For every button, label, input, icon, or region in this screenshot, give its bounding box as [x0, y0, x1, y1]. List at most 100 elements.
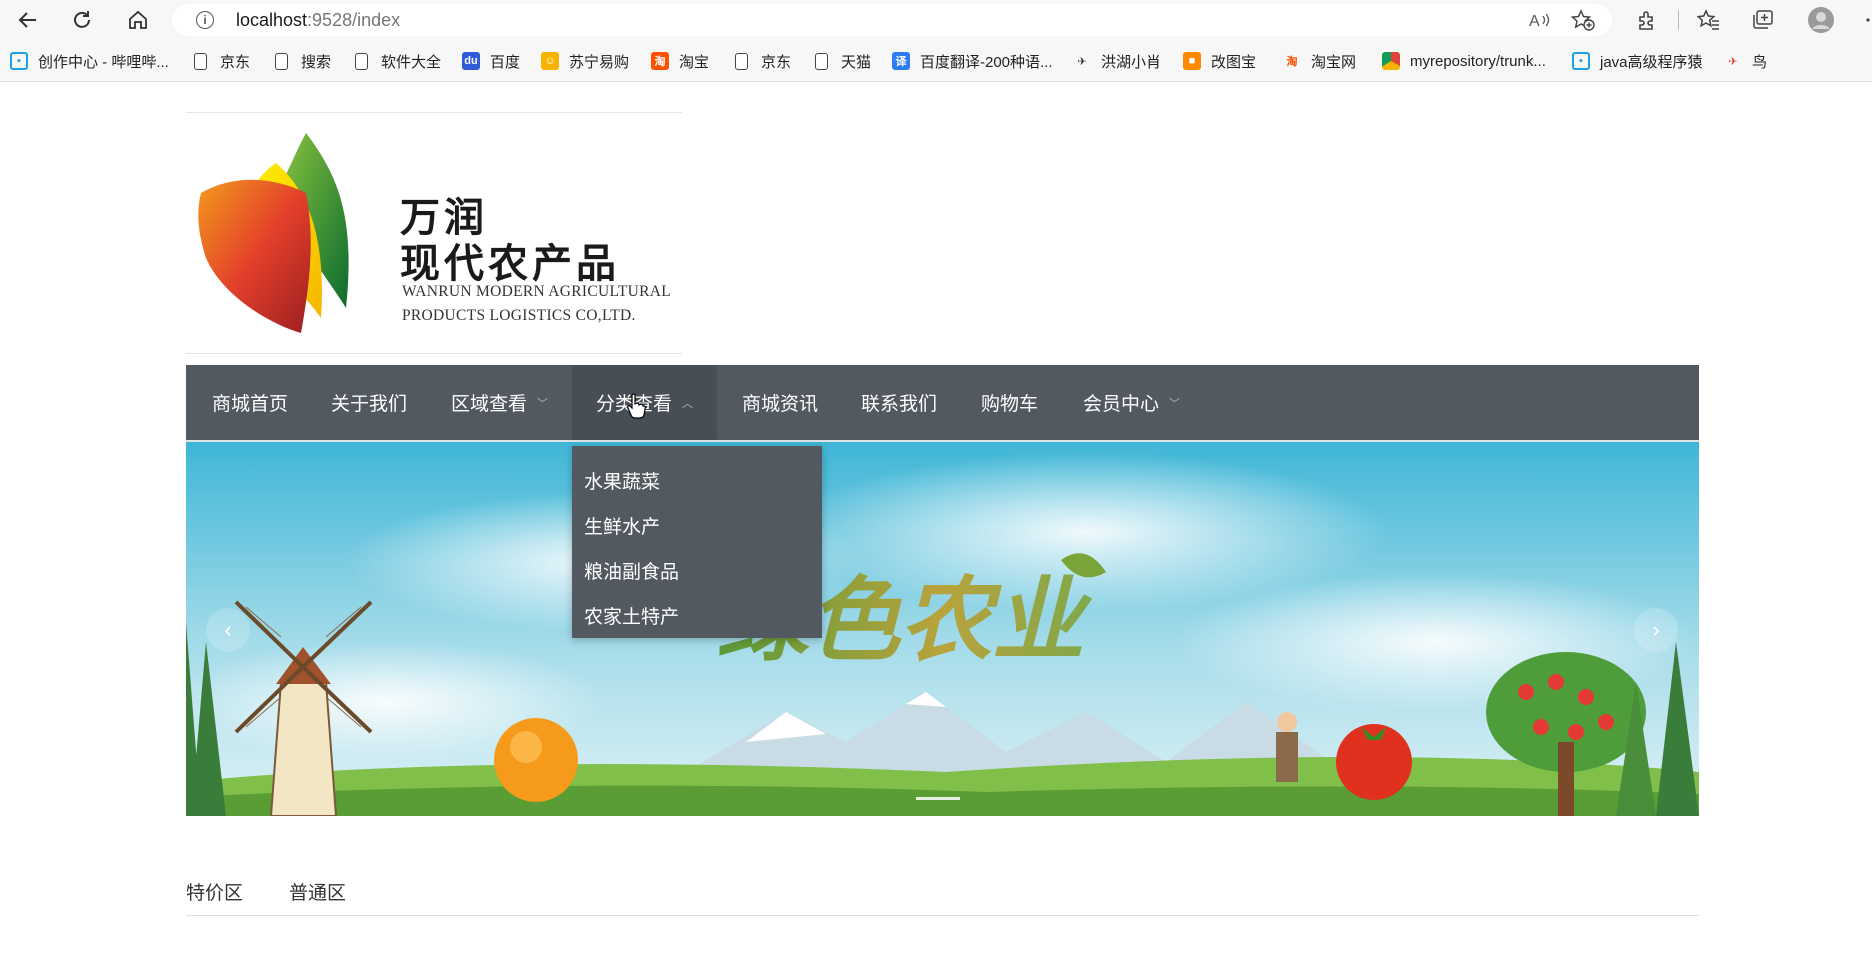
bookmark-label: 京东	[220, 53, 251, 71]
tab-regular[interactable]: 普通区	[289, 878, 346, 905]
bookmark-item[interactable]: ▪ java高级程序猿	[1572, 50, 1703, 72]
bookmark-label: 苏宁易购	[569, 53, 630, 71]
chevron-down-icon: ﹀	[537, 397, 549, 410]
banner-image: 绿色农业	[186, 442, 1699, 816]
bookmark-item[interactable]: ☺ 苏宁易购	[541, 50, 629, 72]
browser-toolbar: i localhost:9528/index A	[0, 0, 1872, 40]
bookmark-label: 京东	[761, 53, 792, 71]
bookmark-label: 鸟	[1752, 53, 1768, 71]
dropdown-item-seafood[interactable]: 生鲜水产	[572, 503, 822, 548]
bookmark-item[interactable]: 搜索	[273, 50, 331, 72]
menu-item-about[interactable]: 关于我们	[331, 365, 407, 440]
bookmark-label: 搜索	[301, 53, 332, 71]
main-menu: 商城首页 关于我们 区域查看﹀ 分类查看︿ 商城资讯 联系我们 购物车 会员中心…	[186, 365, 1699, 440]
suning-icon: ☺	[541, 52, 559, 70]
url-host: localhost	[236, 9, 308, 30]
bookmark-label: myrepository/trunk...	[1410, 52, 1546, 70]
tab-special-offer[interactable]: 特价区	[186, 878, 243, 905]
bookmark-label: 创作中心 - 哔哩哔...	[38, 53, 169, 71]
site-logo[interactable]: 万润 现代农产品 WANRUN MODERN AGRICULTURAL PROD…	[186, 112, 682, 354]
favorites-icon[interactable]	[1696, 8, 1722, 32]
menu-item-contact[interactable]: 联系我们	[861, 365, 937, 440]
logo-leaves-icon	[198, 133, 349, 333]
info-icon[interactable]: i	[196, 11, 214, 29]
menu-item-label: 会员中心	[1083, 394, 1160, 415]
extensions-icon[interactable]	[1634, 8, 1660, 32]
menu-item-label: 联系我们	[861, 394, 938, 415]
chevron-down-icon: ﹀	[1169, 397, 1181, 410]
toolbar-separator	[1678, 10, 1679, 30]
bookmark-label: 淘宝网	[1311, 53, 1357, 71]
page-icon	[194, 52, 207, 70]
menu-item-label: 区域查看	[451, 394, 528, 415]
address-bar[interactable]: i localhost:9528/index	[172, 4, 1612, 36]
bookmark-label: 软件大全	[381, 53, 442, 71]
menu-item-label: 购物车	[981, 394, 1039, 415]
gaitubao-icon: ■	[1183, 52, 1201, 70]
hand-cursor-icon	[627, 393, 646, 419]
carousel-next-button[interactable]: ›	[1634, 608, 1678, 652]
banner-carousel[interactable]: 绿色农业	[186, 442, 1699, 816]
bookmark-item[interactable]: ✈ 鸟	[1724, 50, 1767, 72]
back-icon[interactable]	[12, 6, 44, 34]
bookmark-label: 淘宝	[679, 53, 710, 71]
bookmark-label: 百度翻译-200种语...	[920, 53, 1053, 71]
chevron-up-icon: ︿	[682, 397, 694, 410]
bookmark-item[interactable]: 京东	[733, 50, 791, 72]
menu-item-label: 商城资讯	[742, 394, 819, 415]
dropdown-item-grain-oil[interactable]: 粮油副食品	[572, 548, 822, 593]
favorite-add-icon[interactable]	[1570, 8, 1596, 32]
bilibili-icon: ▪	[10, 52, 28, 70]
bookmark-label: 改图宝	[1211, 53, 1257, 71]
bookmark-label: 洪湖小肖	[1101, 53, 1162, 71]
product-tabs: 特价区 普通区	[186, 878, 1699, 916]
taobao-icon: 淘	[1286, 56, 1298, 68]
menu-item-home[interactable]: 商城首页	[212, 365, 288, 440]
url-path: :9528/index	[307, 9, 401, 30]
taobao-icon: 淘	[651, 52, 669, 70]
bookmark-label: 百度	[490, 53, 521, 71]
chrome-icon	[1382, 52, 1400, 70]
bookmark-item[interactable]: 淘淘宝	[651, 50, 709, 72]
page-icon	[275, 52, 288, 70]
refresh-icon[interactable]	[66, 6, 98, 34]
menu-item-news[interactable]: 商城资讯	[742, 365, 818, 440]
logo-cn-line2: 现代农产品	[400, 240, 620, 287]
bookmark-item[interactable]: ✈ 洪湖小肖	[1073, 50, 1161, 72]
home-icon[interactable]	[122, 6, 154, 34]
menu-item-cart[interactable]: 购物车	[981, 365, 1038, 440]
logo-en-line1: WANRUN MODERN AGRICULTURAL	[402, 283, 672, 300]
baidu-icon: du	[462, 52, 480, 70]
dropdown-item-local-specialty[interactable]: 农家土特产	[572, 593, 822, 638]
bilibili-icon: ▪	[1572, 52, 1590, 70]
bookmark-item[interactable]: ■ 改图宝	[1183, 50, 1256, 72]
dropdown-item-fruit-veg[interactable]: 水果蔬菜	[572, 458, 822, 503]
bookmark-item[interactable]: 淘 淘宝网	[1283, 50, 1357, 72]
page-icon	[355, 52, 368, 70]
profile-avatar-icon[interactable]	[1806, 7, 1836, 33]
bookmarks-bar: ▪ 创作中心 - 哔哩哔... 京东 搜索 软件大全 du 百度 ☺ 苏宁易购 淘淘宝…	[0, 40, 1872, 82]
bookmark-item[interactable]: du 百度	[462, 50, 520, 72]
menu-item-label: 商城首页	[212, 394, 289, 415]
menu-item-member[interactable]: 会员中心 ﹀	[1083, 365, 1180, 440]
bookmark-item[interactable]: 京东	[192, 50, 250, 72]
bookmark-item[interactable]: myrepository/trunk...	[1382, 50, 1546, 72]
svg-text:A: A	[1529, 13, 1540, 30]
bird-red-icon: ✈	[1728, 55, 1738, 68]
page-icon	[735, 52, 748, 70]
bookmark-item[interactable]: 天猫	[813, 50, 871, 72]
bookmark-label: java高级程序猿	[1600, 53, 1703, 71]
more-icon[interactable]	[1858, 8, 1872, 32]
collections-icon[interactable]	[1750, 8, 1776, 32]
category-dropdown: 水果蔬菜 生鲜水产 粮油副食品 农家土特产	[572, 446, 822, 638]
bookmark-item[interactable]: 译百度翻译-200种语...	[892, 50, 1053, 72]
menu-item-region[interactable]: 区域查看 ﹀	[451, 365, 548, 440]
bookmark-item[interactable]: 软件大全	[353, 50, 441, 72]
carousel-prev-button[interactable]: ‹	[206, 608, 250, 652]
bird-icon: ✈	[1077, 55, 1087, 68]
read-aloud-icon[interactable]: A	[1526, 8, 1552, 32]
bookmark-item[interactable]: ▪ 创作中心 - 哔哩哔...	[10, 50, 169, 72]
translate-icon: 译	[892, 52, 910, 70]
logo-en-line2: PRODUCTS LOGISTICS CO,LTD.	[402, 307, 636, 324]
bookmark-label: 天猫	[841, 53, 872, 71]
